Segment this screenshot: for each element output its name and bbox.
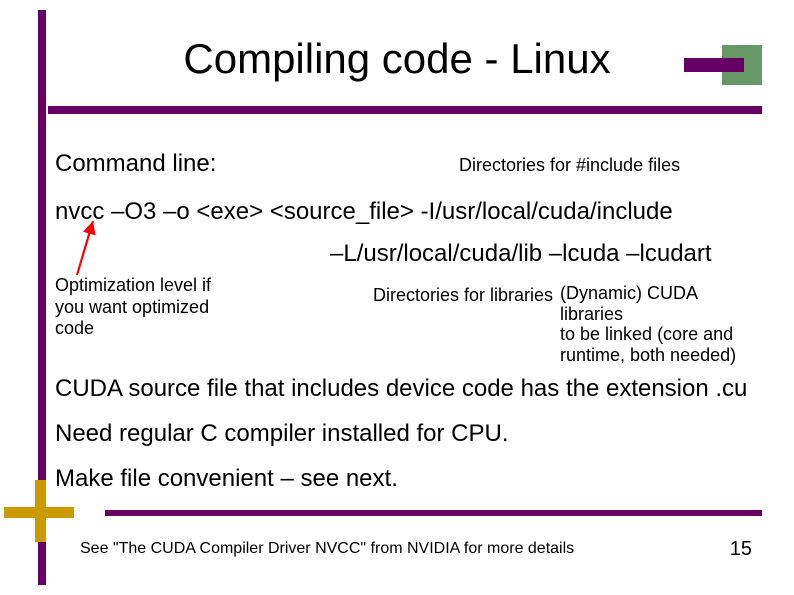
title-underline [48,106,762,114]
footer-cross-horizontal [4,507,74,518]
body-text-2: Need regular C compiler installed for CP… [55,420,509,448]
library-directories-note: Directories for libraries [373,285,553,306]
slide-container: Compiling code - Linux Command line: Dir… [0,0,794,595]
dynamic-note-l2: to be linked (core and [560,324,733,344]
optimization-note: Optimization level if you want optimized… [55,275,211,340]
body-text-1a: CUDA source file that includes device co… [55,375,709,402]
include-directories-note: Directories for #include files [459,155,680,176]
footer-underline [105,510,762,516]
command-text-line2: –L/usr/local/cuda/lib –lcuda –lcudart [330,240,712,268]
body-text-3: Make file convenient – see next. [55,465,398,493]
dynamic-note-l3: runtime, both needed) [560,345,736,365]
slide-number: 15 [730,538,752,561]
slide-title: Compiling code - Linux [0,0,794,83]
body-text-1: CUDA source file that includes device co… [55,375,747,403]
body-text-1b: .cu [715,375,747,402]
optimization-note-l1: Optimization level if [55,275,211,295]
footnote-text: See "The CUDA Compiler Driver NVCC" from… [80,540,574,558]
content-area: Command line: Directories for #include f… [55,150,759,226]
title-decoration-bar [684,58,744,72]
dynamic-note-l1: (Dynamic) CUDA libraries [560,283,697,324]
command-text-line1: nvcc –O3 –o <exe> <source_file> -I/usr/l… [55,198,759,226]
dynamic-libraries-note: (Dynamic) CUDA libraries to be linked (c… [560,283,759,366]
optimization-note-l2: you want optimized [55,297,209,317]
optimization-note-l3: code [55,318,94,338]
